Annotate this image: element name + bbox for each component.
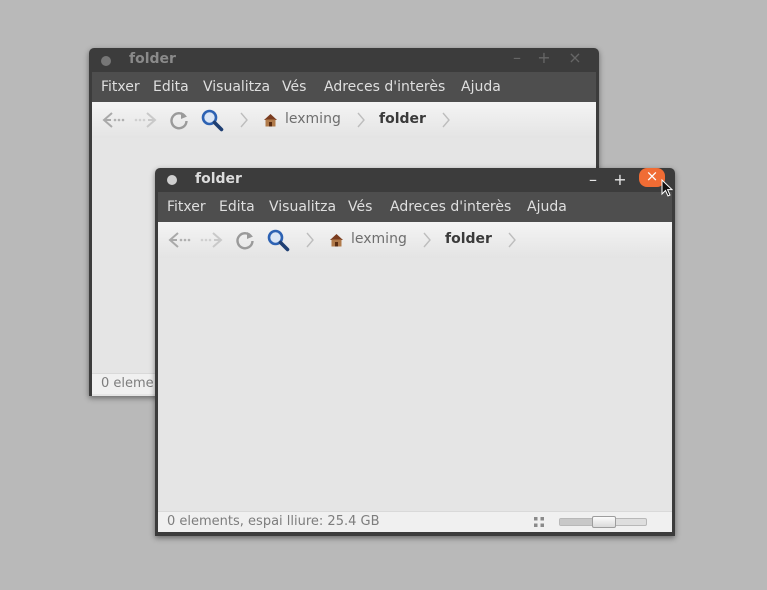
home-folder-icon (264, 114, 277, 127)
front-menubar: Fitxer Edita Visualitza Vés Adreces d'in… (158, 192, 672, 222)
breadcrumb-separator-icon (357, 112, 365, 128)
window-menu-dot-icon[interactable] (167, 175, 177, 185)
front-menu-bookmarks[interactable]: Adreces d'interès (390, 199, 511, 215)
breadcrumb-separator-icon (240, 112, 248, 128)
zoom-slider[interactable] (559, 516, 647, 528)
breadcrumb-separator-icon (508, 232, 516, 248)
breadcrumb-separator-icon (442, 112, 450, 128)
back-menu-bookmarks[interactable]: Adreces d'interès (324, 79, 445, 95)
front-menu-help[interactable]: Ajuda (527, 199, 567, 215)
back-menubar: Fitxer Edita Visualitza Vés Adreces d'in… (92, 72, 596, 102)
back-close-button[interactable]: × (565, 48, 585, 68)
mouse-cursor-icon (661, 179, 673, 197)
front-toolbar: lexming folder (158, 222, 672, 259)
breadcrumb-home[interactable]: lexming (351, 231, 407, 247)
reload-icon[interactable] (167, 108, 191, 132)
back-arrow-icon[interactable] (167, 228, 191, 252)
front-statusbar: 0 elements, espai lliure: 25.4 GB (158, 511, 672, 532)
back-menu-go[interactable]: Vés (282, 79, 306, 95)
search-icon[interactable] (266, 228, 290, 252)
search-icon[interactable] (200, 108, 224, 132)
breadcrumb-home[interactable]: lexming (285, 111, 341, 127)
breadcrumb-current[interactable]: folder (445, 231, 492, 247)
front-menu-view[interactable]: Visualitza (269, 199, 336, 215)
back-menu-help[interactable]: Ajuda (461, 79, 501, 95)
front-minimize-button[interactable]: – (583, 170, 603, 190)
back-titlebar[interactable]: folder – + × (89, 48, 599, 72)
grid-view-icon[interactable] (533, 516, 545, 528)
forward-arrow-icon[interactable] (200, 228, 224, 252)
front-status-text: 0 elements, espai lliure: 25.4 GB (167, 514, 380, 529)
front-titlebar[interactable]: folder – + × (155, 168, 675, 192)
front-menu-go[interactable]: Vés (348, 199, 372, 215)
zoom-slider-handle[interactable] (592, 516, 616, 528)
back-status-text: 0 eleme (101, 376, 154, 391)
back-menu-view[interactable]: Visualitza (203, 79, 270, 95)
reload-icon[interactable] (233, 228, 257, 252)
back-arrow-icon[interactable] (101, 108, 125, 132)
breadcrumb-separator-icon (306, 232, 314, 248)
back-toolbar: lexming folder (92, 102, 596, 139)
front-menu-file[interactable]: Fitxer (167, 199, 206, 215)
back-window-title: folder (129, 51, 176, 67)
breadcrumb-current[interactable]: folder (379, 111, 426, 127)
back-minimize-button[interactable]: – (507, 48, 527, 68)
home-folder-icon (330, 234, 343, 247)
back-menu-edit[interactable]: Edita (153, 79, 189, 95)
breadcrumb-separator-icon (423, 232, 431, 248)
front-file-manager-window[interactable]: folder – + × Fitxer Edita Visualitza Vés… (155, 168, 675, 536)
forward-arrow-icon[interactable] (134, 108, 158, 132)
back-menu-file[interactable]: Fitxer (101, 79, 140, 95)
front-file-view[interactable] (158, 258, 672, 514)
front-maximize-button[interactable]: + (610, 170, 630, 190)
front-menu-edit[interactable]: Edita (219, 199, 255, 215)
window-menu-dot-icon[interactable] (101, 56, 111, 66)
front-window-title: folder (195, 171, 242, 187)
back-maximize-button[interactable]: + (534, 48, 554, 68)
